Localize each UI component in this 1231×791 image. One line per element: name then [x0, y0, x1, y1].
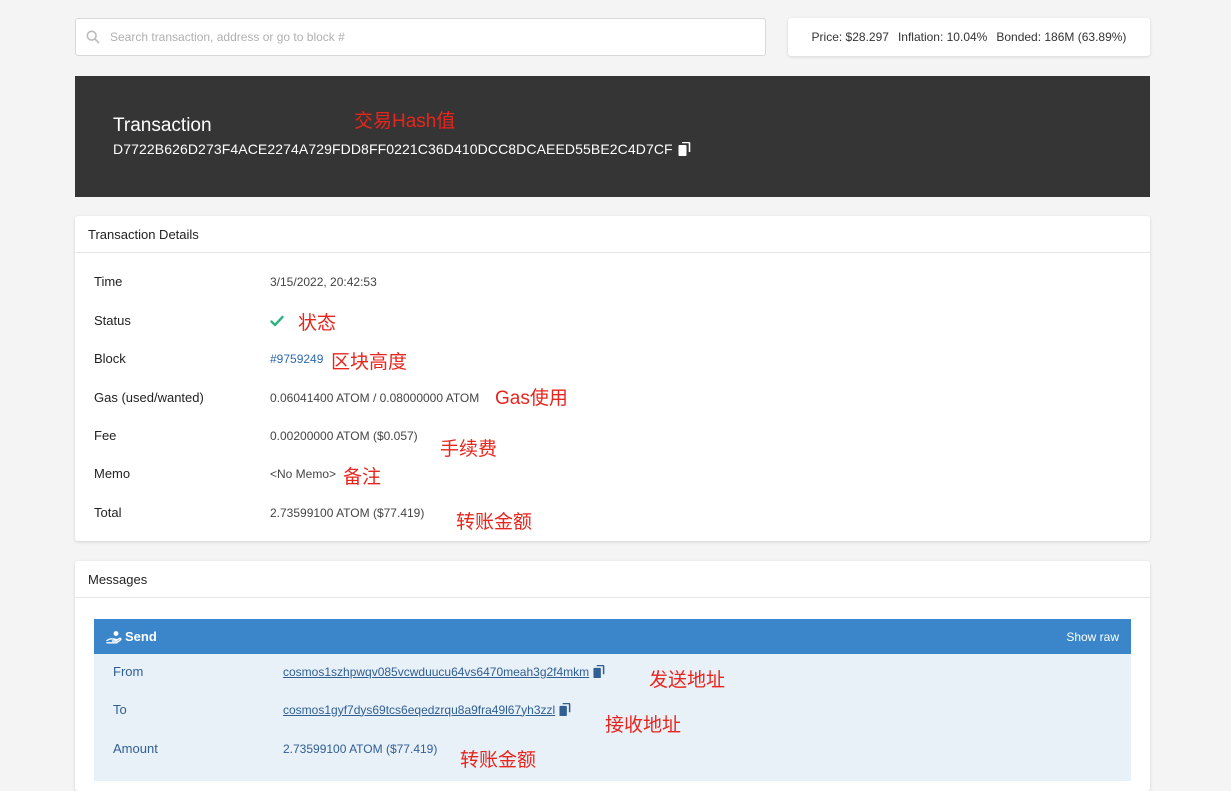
search-icon — [86, 30, 100, 44]
annotation-to: 接收地址 — [605, 715, 682, 736]
gas-label: Gas (used/wanted) — [94, 390, 204, 405]
copy-icon[interactable] — [559, 702, 571, 717]
detail-row-total: Total 2.73599100 ATOM ($77.419) — [94, 505, 1124, 520]
messages-header: Messages — [75, 561, 1150, 598]
details-header: Transaction Details — [75, 216, 1150, 253]
send-label: Send — [106, 629, 157, 644]
show-raw-button[interactable]: Show raw — [1066, 630, 1119, 644]
send-message-header: Send Show raw — [94, 619, 1131, 654]
annotation-status: 状态 — [298, 313, 337, 334]
detail-row-fee: Fee 0.00200000 ATOM ($0.057) — [94, 428, 1124, 443]
transaction-details-card: Transaction Details Time 3/15/2022, 20:4… — [75, 216, 1150, 541]
annotation-fee: 手续费 — [440, 439, 498, 460]
fee-value: 0.00200000 ATOM ($0.057) — [270, 428, 418, 443]
status-label: Status — [94, 313, 131, 328]
check-icon — [270, 315, 284, 326]
annotation-hash: 交易Hash值 — [354, 111, 456, 132]
from-label: From — [113, 664, 144, 679]
annotation-block: 区块高度 — [331, 352, 408, 373]
time-label: Time — [94, 274, 123, 289]
detail-row-status: Status — [94, 313, 1124, 328]
message-row-from: From cosmos1szhpwqv085vcwduucu64vs6470me… — [113, 664, 605, 679]
transaction-hero: Transaction D7722B626D273F4ACE2274A729FD… — [75, 76, 1150, 197]
send-title: Send — [125, 629, 157, 644]
copy-icon[interactable] — [678, 141, 691, 157]
network-stats: Price: $28.297 Inflation: 10.04% Bonded:… — [788, 18, 1150, 56]
transaction-hash: D7722B626D273F4ACE2274A729FDD8FF0221C36D… — [113, 141, 691, 157]
to-label: To — [113, 702, 127, 717]
detail-row-block: Block #9759249 — [94, 351, 1124, 366]
detail-row-time: Time 3/15/2022, 20:42:53 — [94, 274, 1124, 289]
price-stat: Price: $28.297 — [811, 30, 889, 44]
message-row-amount: Amount 2.73599100 ATOM ($77.419) — [113, 741, 437, 756]
memo-label: Memo — [94, 466, 131, 481]
time-value: 3/15/2022, 20:42:53 — [270, 274, 377, 289]
detail-row-gas: Gas (used/wanted) 0.06041400 ATOM / 0.08… — [94, 390, 1124, 405]
search-box[interactable] — [75, 18, 766, 56]
fee-label: Fee — [94, 428, 117, 443]
page-title: Transaction — [113, 115, 212, 136]
gas-value: 0.06041400 ATOM / 0.08000000 ATOM — [270, 390, 480, 405]
annotation-gas: Gas使用 — [495, 388, 568, 409]
annotation-total: 转账金额 — [456, 512, 533, 533]
status-value — [270, 313, 284, 328]
total-label: Total — [94, 505, 122, 520]
search-input[interactable] — [108, 29, 765, 45]
total-value: 2.73599100 ATOM ($77.419) — [270, 505, 425, 520]
block-label: Block — [94, 351, 126, 366]
inflation-stat: Inflation: 10.04% — [897, 30, 988, 44]
annotation-memo: 备注 — [343, 467, 382, 488]
messages-card: Messages Send Show raw From cosmos1szhpw… — [75, 561, 1150, 791]
detail-row-memo: Memo <No Memo> — [94, 466, 1124, 481]
copy-icon[interactable] — [593, 664, 605, 679]
transaction-hash-text: D7722B626D273F4ACE2274A729FDD8FF0221C36D… — [113, 141, 673, 157]
memo-value: <No Memo> — [270, 466, 337, 481]
message-row-to: To cosmos1gyf7dys69tcs6eqedzrqu8a9fra49l… — [113, 702, 571, 717]
to-address-link[interactable]: cosmos1gyf7dys69tcs6eqedzrqu8a9fra49l67y… — [283, 703, 555, 717]
amount-label: Amount — [113, 741, 158, 756]
annotation-amount: 转账金额 — [460, 750, 537, 771]
send-hand-icon — [106, 630, 122, 643]
block-link[interactable]: #9759249 — [270, 352, 323, 366]
amount-value: 2.73599100 ATOM ($77.419) — [283, 741, 438, 756]
from-address-link[interactable]: cosmos1szhpwqv085vcwduucu64vs6470meah3g2… — [283, 665, 589, 679]
annotation-from: 发送地址 — [649, 670, 726, 691]
bonded-stat: Bonded: 186M (63.89%) — [996, 30, 1127, 44]
